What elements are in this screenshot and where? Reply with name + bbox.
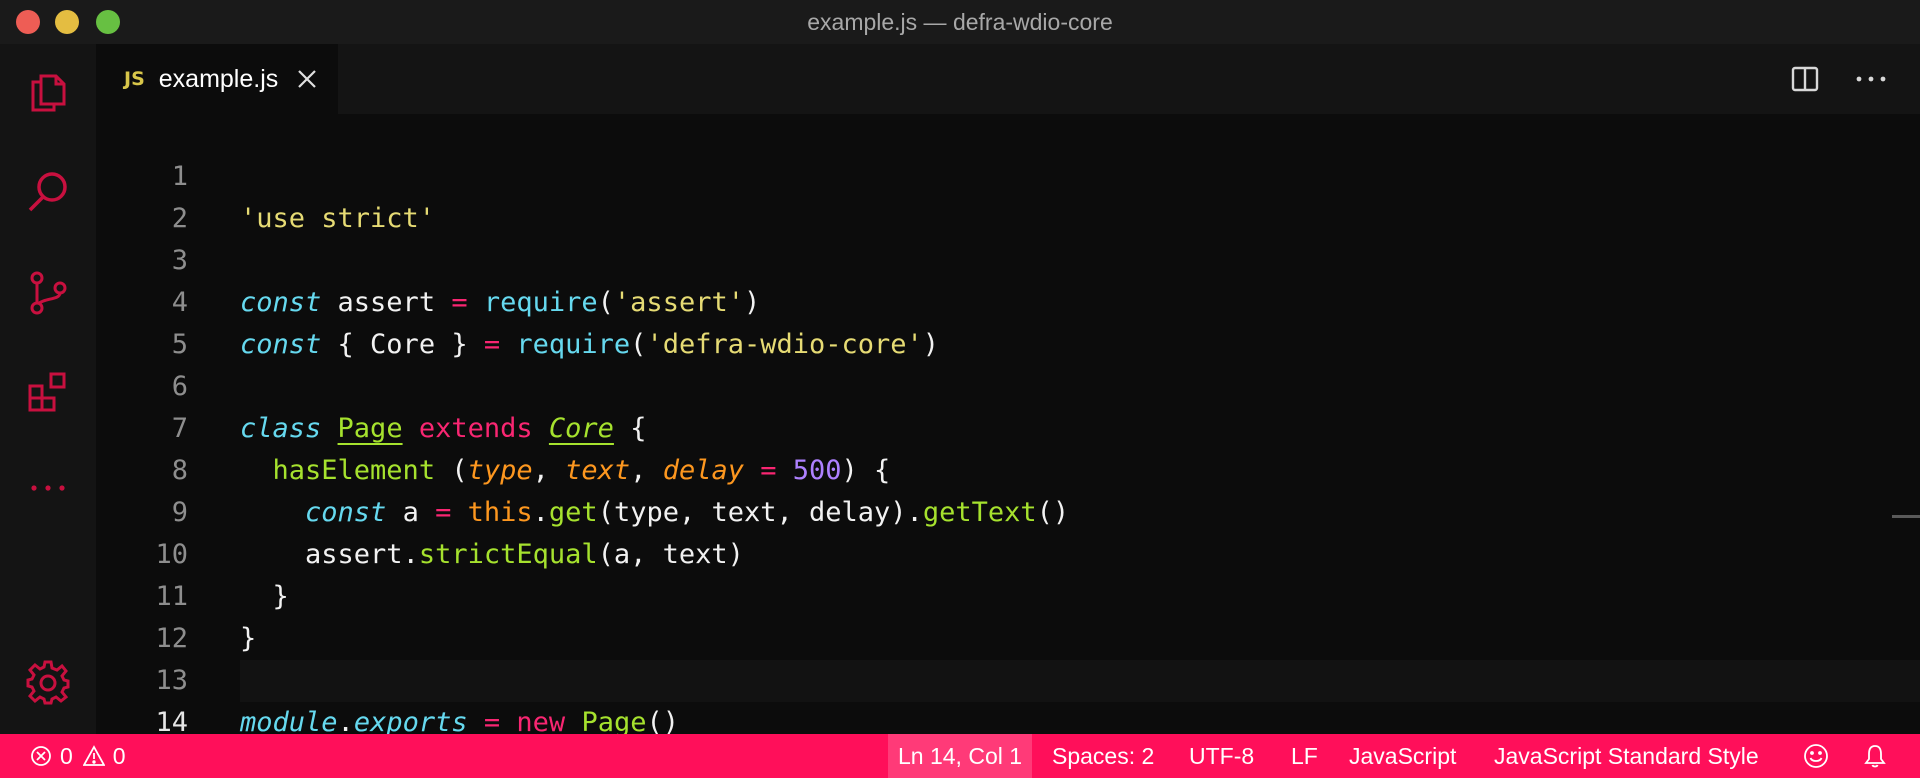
js-file-icon: JS bbox=[124, 68, 145, 90]
code-line: 1 'use strict' bbox=[96, 114, 1896, 234]
extensions-icon bbox=[28, 372, 66, 412]
code-line: 10 } bbox=[96, 492, 1896, 612]
more-actions-button[interactable] bbox=[1854, 64, 1888, 94]
split-editor-button[interactable] bbox=[1790, 64, 1820, 94]
warning-icon bbox=[82, 745, 105, 766]
code-line: 12 bbox=[96, 576, 1896, 654]
language-mode[interactable]: JavaScript bbox=[1349, 734, 1456, 778]
code-line: 11 } bbox=[96, 534, 1896, 654]
more-views-button[interactable] bbox=[24, 464, 72, 512]
tab-bar: JS example.js bbox=[96, 44, 1920, 114]
vscode-window: example.js — defra-wdio-core JS example.… bbox=[0, 0, 1920, 778]
code-line: 4 const { Core } = require('defra-wdio-c… bbox=[96, 240, 1896, 360]
tab-example-js[interactable]: JS example.js bbox=[96, 44, 338, 114]
notifications-button[interactable] bbox=[1862, 734, 1888, 778]
title-bar: example.js — defra-wdio-core bbox=[0, 0, 1920, 44]
code-line: 14 bbox=[96, 660, 1896, 738]
explorer-button[interactable] bbox=[24, 68, 72, 116]
bell-icon bbox=[1864, 745, 1886, 768]
tab-close-button[interactable] bbox=[296, 68, 318, 90]
code-line: 5 bbox=[96, 282, 1896, 360]
extensions-button[interactable] bbox=[24, 368, 72, 416]
source-control-icon bbox=[30, 271, 67, 315]
settings-button[interactable] bbox=[24, 658, 72, 706]
error-count: 0 bbox=[60, 743, 73, 769]
feedback-button[interactable] bbox=[1803, 734, 1829, 778]
more-icon bbox=[31, 485, 65, 491]
eol-setting[interactable]: LF bbox=[1291, 734, 1318, 778]
files-icon bbox=[31, 74, 66, 112]
code-line: 3 const assert = require('assert') bbox=[96, 198, 1896, 318]
code-line: 9 assert.strictEqual(a, text) bbox=[96, 450, 1896, 570]
search-button[interactable] bbox=[24, 168, 72, 216]
split-editor-icon bbox=[1791, 66, 1819, 92]
code-editor[interactable]: 1 'use strict' 2 3 const assert = requir… bbox=[96, 114, 1920, 738]
overview-ruler-marker bbox=[1892, 515, 1920, 518]
code-line: 13 module.exports = new Page() bbox=[96, 618, 1896, 738]
settings-icon bbox=[26, 660, 70, 705]
window-title: example.js — defra-wdio-core bbox=[807, 9, 1113, 35]
tab-label: example.js bbox=[158, 64, 279, 93]
close-icon bbox=[298, 70, 317, 88]
ellipsis-icon bbox=[1856, 76, 1886, 82]
source-control-button[interactable] bbox=[24, 268, 72, 316]
code-line: 6 class Page extends Core { bbox=[96, 324, 1896, 444]
search-icon bbox=[28, 172, 67, 212]
cursor-position[interactable]: Ln 14, Col 1 bbox=[888, 734, 1033, 778]
code-line: 8 const a = this.get(type, text, delay).… bbox=[96, 408, 1896, 528]
warning-count: 0 bbox=[112, 743, 126, 769]
code-line: 2 bbox=[96, 156, 1896, 234]
activity-bar bbox=[0, 44, 96, 734]
linter-status[interactable]: JavaScript Standard Style bbox=[1494, 734, 1759, 778]
encoding-setting[interactable]: UTF-8 bbox=[1189, 734, 1254, 778]
smiley-icon bbox=[1804, 744, 1828, 768]
status-bar: 0 0 Ln 14, Col 1 Spaces: 2 UTF-8 LF Java… bbox=[0, 734, 1920, 778]
code-line: 7 hasElement (type, text, delay = 500) { bbox=[96, 366, 1896, 486]
error-icon bbox=[31, 746, 51, 766]
problems-indicator[interactable]: 0 0 bbox=[30, 734, 126, 778]
indentation-setting[interactable]: Spaces: 2 bbox=[1052, 734, 1154, 778]
